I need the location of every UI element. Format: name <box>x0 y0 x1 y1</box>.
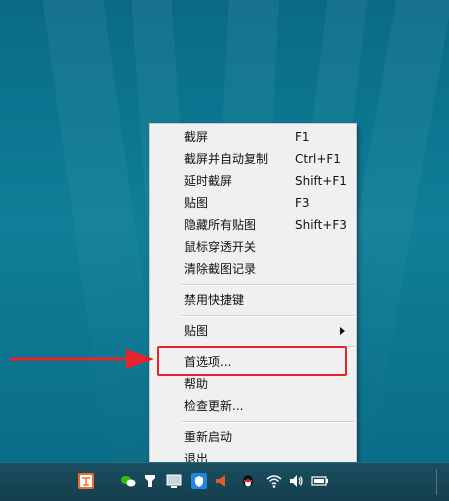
battery-icon[interactable] <box>311 473 329 489</box>
menu-item-label: 清除截图记录 <box>184 262 257 276</box>
wechat-icon[interactable] <box>120 473 136 489</box>
menu-separator <box>182 284 354 286</box>
menu-item-shortcut: F1 <box>295 130 310 144</box>
flag-icon[interactable] <box>214 473 230 489</box>
menu-item[interactable]: 鼠标穿透开关 <box>150 236 356 258</box>
snipaste-app-icon[interactable] <box>78 473 94 489</box>
menu-item[interactable]: 截屏 F1 <box>150 126 356 148</box>
tray-context-menu: 截屏 F1 截屏并自动复制 Ctrl+F1 延时截屏 Shift+F1 贴图 F3 隐藏所有贴图… <box>149 123 357 469</box>
screen-icon[interactable] <box>166 473 182 489</box>
menu-item[interactable]: 截屏并自动复制 Ctrl+F1 <box>150 148 356 170</box>
menu-item[interactable]: 清除截图记录 <box>150 258 356 280</box>
menu-item-label: 贴图 <box>184 324 209 338</box>
menu-item[interactable]: 隐藏所有贴图 Shift+F3 <box>150 214 356 236</box>
qq-penguin-icon[interactable] <box>240 473 256 489</box>
wifi-icon[interactable] <box>266 473 282 489</box>
menu-item[interactable]: 帮助 <box>150 373 356 395</box>
menu-item[interactable]: 贴图 <box>150 320 356 342</box>
pinned-app-icon[interactable] <box>142 473 158 489</box>
menu-item-label: 禁用快捷键 <box>184 293 245 307</box>
show-desktop-divider[interactable] <box>436 469 437 495</box>
menu-item-label: 截屏 <box>184 130 209 144</box>
menu-item-label: 截屏并自动复制 <box>184 152 269 166</box>
menu-item-label: 帮助 <box>184 377 209 391</box>
menu-item[interactable]: 贴图 F3 <box>150 192 356 214</box>
menu-item[interactable]: 重新启动 <box>150 426 356 448</box>
menu-item-shortcut: Ctrl+F1 <box>295 152 341 166</box>
annotation-arrow-icon <box>10 349 154 369</box>
menu-item-label: 检查更新... <box>184 399 244 413</box>
menu-separator <box>182 315 354 317</box>
menu-item-label: 贴图 <box>184 196 209 210</box>
menu-item[interactable]: 延时截屏 Shift+F1 <box>150 170 356 192</box>
menu-item[interactable]: 禁用快捷键 <box>150 289 356 311</box>
menu-item-shortcut: Shift+F1 <box>295 174 347 188</box>
menu-item-label: 延时截屏 <box>184 174 233 188</box>
submenu-arrow-icon <box>340 327 345 335</box>
menu-item-label: 鼠标穿透开关 <box>184 240 257 254</box>
menu-separator <box>182 421 354 423</box>
shield-icon[interactable] <box>191 473 207 489</box>
volume-icon[interactable] <box>288 473 304 489</box>
menu-item-label: 重新启动 <box>184 430 233 444</box>
menu-item-shortcut: Shift+F3 <box>295 218 347 232</box>
menu-item-label: 隐藏所有贴图 <box>184 218 257 232</box>
menu-item[interactable]: 检查更新... <box>150 395 356 417</box>
menu-item-shortcut: F3 <box>295 196 310 210</box>
taskbar <box>0 462 449 501</box>
annotation-highlight-box <box>157 346 347 376</box>
